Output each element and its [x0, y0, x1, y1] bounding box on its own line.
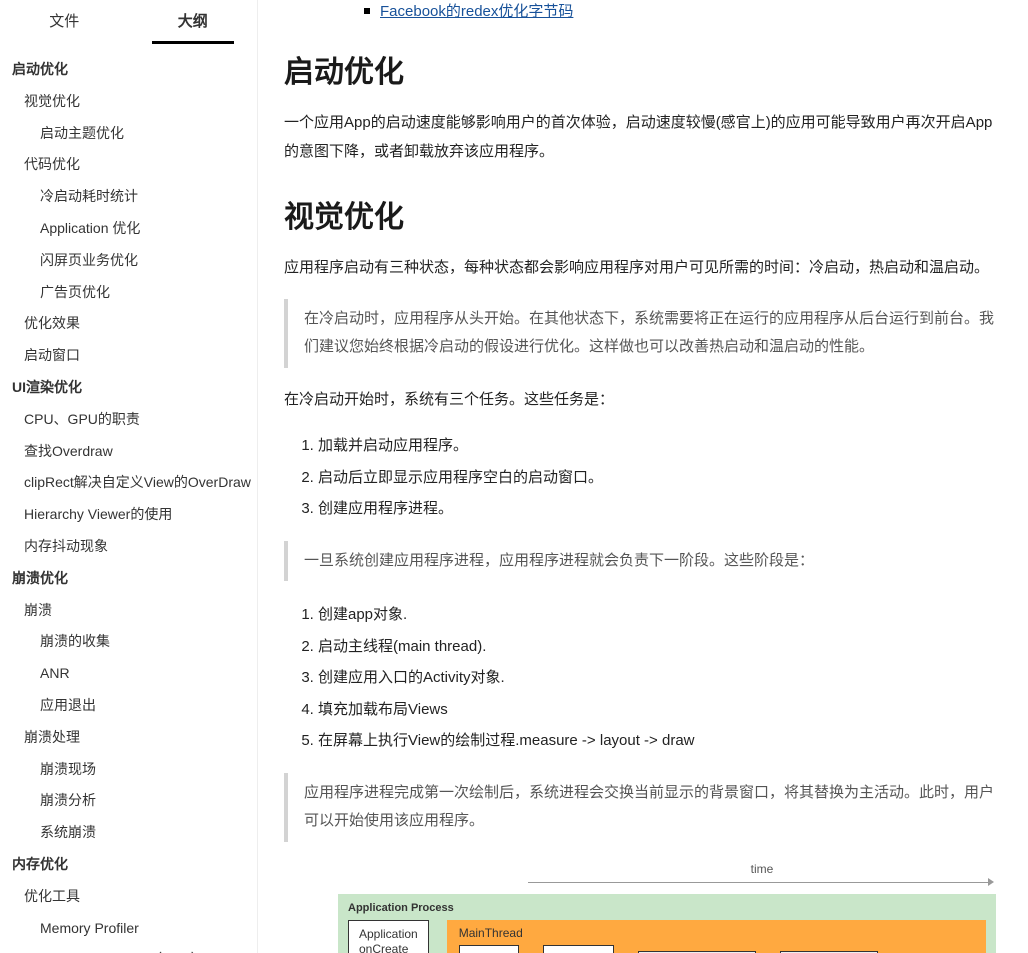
link-text: Facebook的redex优化字节码 — [380, 0, 573, 21]
outline-item[interactable]: Application 优化 — [0, 213, 257, 245]
outline-item[interactable]: 闪屏页业务优化 — [0, 245, 257, 277]
outline-item[interactable]: UI渲染优化 — [0, 372, 257, 404]
outline-item[interactable]: 崩溃分析 — [0, 785, 257, 817]
outline-item[interactable]: 优化效果 — [0, 308, 257, 340]
outline-item[interactable]: 广告页优化 — [0, 277, 257, 309]
outline-item[interactable]: 启动主题优化 — [0, 118, 257, 150]
outline-item[interactable]: 启动优化 — [0, 54, 257, 86]
heading-visual-opt: 视觉优化 — [284, 192, 996, 236]
diagram-main-thread-title: MainThread — [459, 926, 976, 940]
diagram-box-activity-oncreate: Activity onCreate — [543, 945, 614, 953]
outline-item[interactable]: CPU、GPU的职责 — [0, 404, 257, 436]
sidebar: 文件 大纲 启动优化视觉优化启动主题优化代码优化冷启动耗时统计Applicati… — [0, 0, 258, 953]
list-item: 启动后立即显示应用程序空白的启动窗口。 — [318, 462, 996, 494]
list-item: 在屏幕上执行View的绘制过程.measure -> layout -> dra… — [318, 725, 996, 757]
outline-item[interactable]: 代码优化 — [0, 149, 257, 181]
outline-item[interactable]: 视觉优化 — [0, 86, 257, 118]
diagram-box-activity-init: Activity init — [459, 945, 519, 953]
paragraph-launch-intro: 一个应用App的启动速度能够影响用户的首次体验，启动速度较慢(感官上)的应用可能… — [284, 109, 996, 166]
outline-item[interactable]: 崩溃处理 — [0, 722, 257, 754]
outline-item[interactable]: 崩溃的收集 — [0, 626, 257, 658]
link-facebook-redex[interactable]: Facebook的redex优化字节码 — [364, 0, 573, 21]
list-item: 启动主线程(main thread). — [318, 631, 996, 663]
outline-item[interactable]: 冷启动耗时统计 — [0, 181, 257, 213]
list-item: 创建应用程序进程。 — [318, 493, 996, 525]
list-item: 创建app对象. — [318, 599, 996, 631]
document-content: Facebook的redex优化字节码 启动优化 一个应用App的启动速度能够影… — [258, 0, 1028, 953]
diagram-app-process-title: Application Process — [348, 902, 986, 914]
outline-item[interactable]: 内存优化 — [0, 849, 257, 881]
outline-item[interactable]: 崩溃现场 — [0, 754, 257, 786]
quote-next-phase: 一旦系统创建应用程序进程，应用程序进程就会负责下一阶段。这些阶段是： — [284, 541, 996, 582]
list-item: 加载并启动应用程序。 — [318, 430, 996, 462]
diagram-time-arrow-icon — [528, 878, 994, 888]
paragraph-cold-tasks: 在冷启动开始时，系统有三个任务。这些任务是： — [284, 386, 996, 415]
heading-launch-opt: 启动优化 — [284, 47, 996, 91]
outline-item[interactable]: Hierarchy Viewer的使用 — [0, 499, 257, 531]
tab-file[interactable]: 文件 — [0, 0, 129, 44]
outline-item[interactable]: 优化工具 — [0, 881, 257, 913]
diagram-box-app-oncreate: Application onCreate — [348, 920, 429, 953]
outline-item[interactable]: 崩溃优化 — [0, 563, 257, 595]
outline-item[interactable]: ANR — [0, 658, 257, 690]
diagram-time-label: time — [528, 862, 996, 876]
startup-diagram: time Application Process Application onC… — [338, 862, 996, 953]
tab-outline[interactable]: 大纲 — [129, 0, 258, 44]
quote-window-swap: 应用程序进程完成第一次绘制后，系统进程会交换当前显示的背景窗口，将其替换为主活动… — [284, 773, 996, 842]
outline-item[interactable]: Memory Profiler — [0, 913, 257, 945]
outline-item[interactable]: 启动窗口 — [0, 340, 257, 372]
outline-item[interactable]: 内存抖动现象 — [0, 531, 257, 563]
outline-item[interactable]: 查找Overdraw — [0, 436, 257, 468]
outline-item[interactable]: 应用退出 — [0, 690, 257, 722]
list-system-tasks: 加载并启动应用程序。启动后立即显示应用程序空白的启动窗口。创建应用程序进程。 — [284, 430, 996, 525]
paragraph-visual-intro: 应用程序启动有三种状态，每种状态都会影响应用程序对用户可见所需的时间：冷启动，热… — [284, 254, 996, 283]
list-process-phases: 创建app对象.启动主线程(main thread).创建应用入口的Activi… — [284, 599, 996, 757]
diagram-main-thread: MainThread Activity init Activity onCrea… — [447, 920, 986, 953]
outline-item[interactable]: Memory Analyzer（MAT） — [0, 944, 257, 953]
sidebar-tabs: 文件 大纲 — [0, 0, 257, 44]
outline-item[interactable]: 系统崩溃 — [0, 817, 257, 849]
outline-list: 启动优化视觉优化启动主题优化代码优化冷启动耗时统计Application 优化闪… — [0, 44, 257, 953]
bullet-icon — [364, 8, 370, 14]
quote-cold-start: 在冷启动时，应用程序从头开始。在其他状态下，系统需要将正在运行的应用程序从后台运… — [284, 299, 996, 368]
outline-item[interactable]: 崩溃 — [0, 595, 257, 627]
diagram-app-process: Application Process Application onCreate… — [338, 894, 996, 953]
outline-item[interactable]: clipRect解决自定义View的OverDraw — [0, 467, 257, 499]
list-item: 填充加载布局Views — [318, 694, 996, 726]
list-item: 创建应用入口的Activity对象. — [318, 662, 996, 694]
